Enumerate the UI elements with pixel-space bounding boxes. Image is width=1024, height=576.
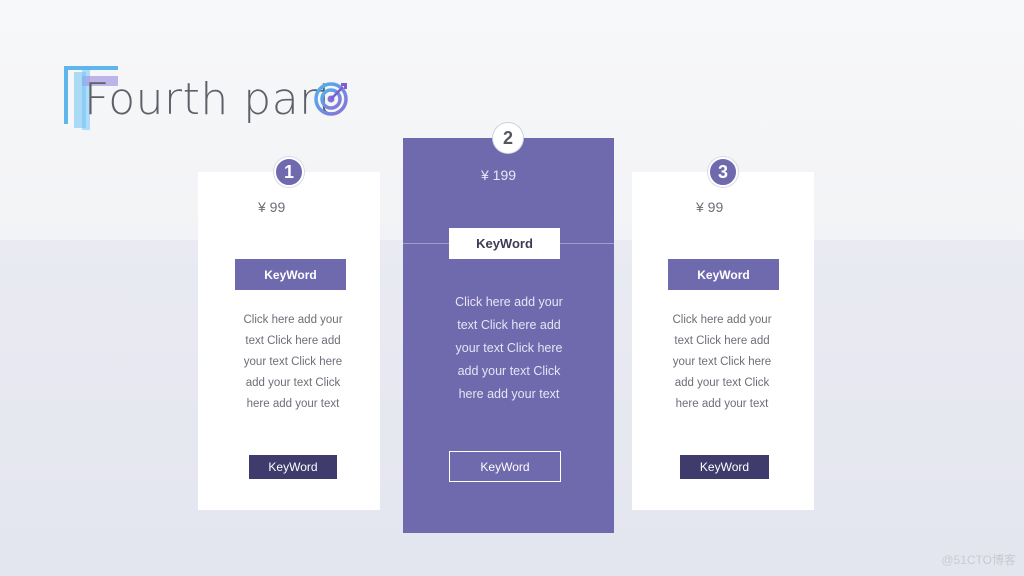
keyword-bottom-button[interactable]: KeyWord [249, 455, 337, 479]
card-description: Click here add your text Click here add … [455, 295, 563, 401]
card-number-badge: 2 [493, 123, 523, 153]
card-description: Click here add your text Click here add … [672, 314, 772, 410]
keyword-button[interactable]: KeyWord [449, 228, 560, 259]
keyword-button[interactable]: KeyWord [668, 259, 779, 290]
page-title: Fourth part [84, 74, 336, 125]
card-price: ¥ 199 [481, 167, 517, 183]
card-price: ¥ 99 [696, 199, 724, 215]
watermark: @51CTO博客 [941, 553, 1016, 567]
card-price: ¥ 99 [258, 199, 286, 215]
keyword-bottom-button[interactable]: KeyWord [449, 451, 561, 482]
keyword-bottom-button[interactable]: KeyWord [680, 455, 769, 479]
keyword-button[interactable]: KeyWord [235, 259, 346, 290]
card-number-badge: 3 [708, 157, 738, 187]
target-icon [314, 82, 348, 116]
card-number-badge: 1 [274, 157, 304, 187]
section-title: Fourth part [64, 66, 364, 132]
card-description: Click here add your text Click here add … [243, 314, 343, 410]
